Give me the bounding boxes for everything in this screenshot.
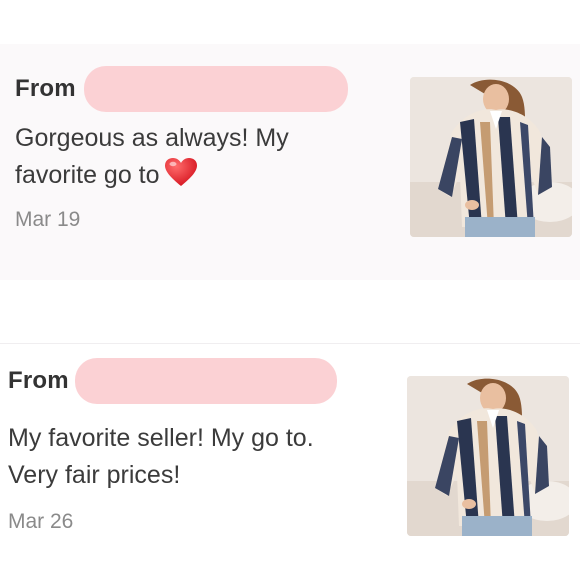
redacted-username	[74, 358, 337, 404]
review-date: Mar 26	[8, 510, 74, 533]
reviews-page: From Gorgeous as always! My favorite go …	[0, 0, 580, 580]
review-card: From My favorite seller! My go to. Very …	[0, 344, 580, 564]
review-text: My favorite seller! My go to. Very fair …	[8, 424, 314, 489]
from-label: From	[15, 75, 76, 102]
review-message: My favorite seller! My go to. Very fair …	[8, 420, 368, 494]
review-author-row: From	[8, 358, 337, 404]
blouse-product-photo-icon	[407, 376, 569, 536]
from-label: From	[8, 367, 69, 394]
redacted-username	[83, 66, 348, 112]
review-date: Mar 19	[15, 208, 81, 231]
heart-emoji-icon	[164, 157, 198, 198]
review-author-row: From	[15, 66, 348, 112]
review-message: Gorgeous as always! My favorite go to	[15, 120, 375, 198]
blouse-product-photo-icon	[410, 77, 572, 237]
product-thumbnail[interactable]	[407, 376, 569, 536]
product-thumbnail[interactable]	[410, 77, 572, 237]
review-card: From Gorgeous as always! My favorite go …	[0, 44, 580, 280]
review-text: Gorgeous as always! My favorite go to	[15, 124, 289, 189]
